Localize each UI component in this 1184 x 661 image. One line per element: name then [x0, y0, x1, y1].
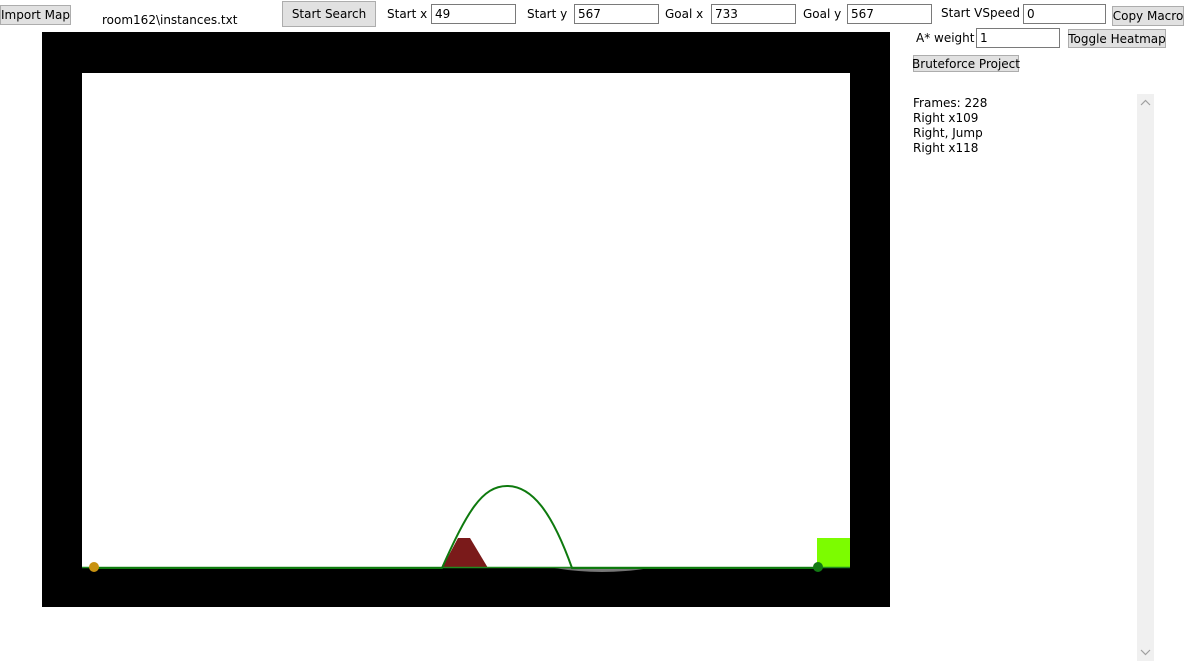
bruteforce-project-button[interactable]: Bruteforce Project [912, 55, 1020, 72]
goal-marker [813, 562, 823, 572]
map-canvas[interactable] [42, 32, 890, 607]
start-vspeed-label: Start VSpeed [941, 6, 1020, 20]
chevron-down-icon[interactable] [1137, 644, 1154, 661]
goal-block [817, 538, 850, 568]
output-scrollbar[interactable] [1137, 94, 1154, 661]
astar-weight-input[interactable] [976, 28, 1060, 48]
goal-x-input[interactable] [711, 4, 796, 24]
start-x-input[interactable] [431, 4, 516, 24]
import-map-button[interactable]: Import Map [0, 5, 71, 25]
start-vspeed-input[interactable] [1023, 4, 1106, 24]
astar-weight-label: A* weight [916, 31, 975, 45]
goal-x-label: Goal x [665, 7, 704, 21]
start-marker [89, 562, 99, 572]
start-y-label: Start y [527, 7, 568, 21]
output-line: Right, Jump [913, 126, 983, 140]
start-search-button[interactable]: Start Search [282, 1, 376, 27]
map-file-label: room162\instances.txt [102, 13, 238, 27]
toggle-heatmap-button[interactable]: Toggle Heatmap [1068, 29, 1166, 48]
copy-macro-button[interactable]: Copy Macro [1112, 6, 1184, 26]
macro-output: Frames: 228 Right x109 Right, Jump Right… [913, 96, 1133, 156]
output-line: Right x109 [913, 111, 979, 125]
start-y-input[interactable] [574, 4, 659, 24]
chevron-up-icon[interactable] [1137, 94, 1154, 111]
goal-y-input[interactable] [847, 4, 932, 24]
start-x-label: Start x [387, 7, 428, 21]
output-line: Frames: 228 [913, 96, 988, 110]
map-view [42, 32, 890, 607]
output-line: Right x118 [913, 141, 979, 155]
goal-y-label: Goal y [803, 7, 842, 21]
